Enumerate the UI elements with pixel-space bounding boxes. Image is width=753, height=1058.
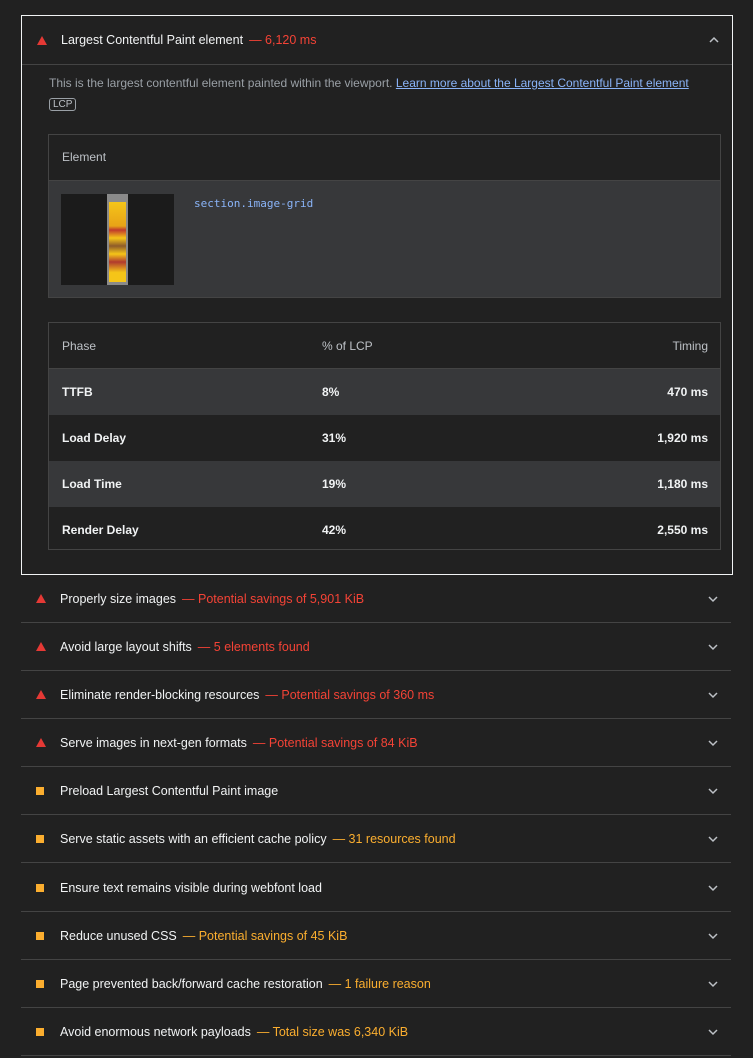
learn-more-link[interactable]: Learn more about the Largest Contentful … [396, 76, 689, 90]
phase-cell: TTFB [62, 384, 93, 399]
timing-column-header: Timing [672, 338, 708, 353]
element-table: Element section.image-grid [48, 134, 721, 298]
chevron-down-icon[interactable] [707, 978, 719, 990]
timing-cell: 2,550 ms [657, 522, 708, 537]
average-square-icon [36, 786, 44, 795]
lcp-badge: LCP [49, 98, 77, 111]
average-square-icon [36, 834, 44, 843]
audit-item-avoid-large-layout-shifts[interactable]: Avoid large layout shifts — 5 elements fo… [21, 623, 731, 671]
lcp-audit-title: Largest Contentful Paint element — 6,120 … [61, 33, 316, 47]
audit-title-text: Ensure text remains visible during webfo… [60, 880, 322, 895]
audit-title-text: Reduce unused CSS [60, 928, 177, 943]
audit-title-text: Avoid enormous network payloads [60, 1024, 251, 1039]
chevron-down-icon[interactable] [707, 833, 719, 845]
audit-display-value: — Potential savings of 45 KiB [182, 928, 348, 943]
percent-column-header: % of LCP [322, 338, 373, 353]
audit-title: Avoid large layout shifts — 5 elements fo… [60, 640, 310, 654]
average-square-icon [36, 883, 44, 892]
audit-title: Avoid enormous network payloads — Total s… [60, 1025, 408, 1039]
element-row[interactable]: section.image-grid [49, 181, 720, 297]
audit-item-bf-cache[interactable]: Page prevented back/forward cache restor… [21, 960, 731, 1008]
audit-item-cache-policy[interactable]: Serve static assets with an efficient ca… [21, 815, 731, 863]
phase-table-header: Phase % of LCP Timing [49, 323, 720, 369]
chevron-down-icon[interactable] [707, 785, 719, 797]
timing-cell: 1,920 ms [657, 430, 708, 445]
percent-cell: 8% [322, 384, 340, 399]
phase-cell: Load Delay [62, 430, 127, 445]
audit-item-preload-lcp-image[interactable]: Preload Largest Contentful Paint image [21, 767, 731, 815]
chevron-down-icon[interactable] [707, 930, 719, 942]
chevron-down-icon[interactable] [707, 689, 719, 701]
audit-title-text: Preload Largest Contentful Paint image [60, 783, 279, 798]
audit-title-text: Page prevented back/forward cache restor… [60, 976, 323, 991]
chevron-down-icon[interactable] [707, 882, 719, 894]
chevron-up-icon[interactable] [708, 34, 720, 46]
audit-title-text: Eliminate render-blocking resources [60, 687, 260, 702]
lcp-audit-header[interactable]: Largest Contentful Paint element — 6,120 … [22, 16, 732, 65]
element-selector[interactable]: section.image-grid [194, 197, 313, 210]
percent-cell: 19% [322, 476, 347, 491]
average-square-icon [36, 1027, 44, 1036]
percent-cell: 42% [322, 522, 347, 537]
audit-item-next-gen-formats[interactable]: Serve images in next-gen formats — Potent… [21, 719, 731, 767]
percent-cell: 31% [322, 430, 347, 445]
element-screenshot-thumbnail[interactable] [61, 194, 174, 285]
phase-cell: Render Delay [62, 522, 139, 537]
audit-title: Serve images in next-gen formats — Potent… [60, 736, 418, 750]
lcp-audit-panel: Largest Contentful Paint element — 6,120 … [21, 15, 733, 575]
chevron-down-icon[interactable] [707, 1026, 719, 1038]
average-square-icon [36, 931, 44, 940]
audit-display-value: — Potential savings of 5,901 KiB [182, 591, 365, 606]
audit-title: Serve static assets with an efficient ca… [60, 832, 456, 846]
audit-title: Properly size images — Potential savings … [60, 592, 364, 606]
phase-table: Phase % of LCP Timing TTFB 8% 470 ms Loa… [48, 322, 721, 550]
lcp-audit-description: This is the largest contentful element p… [49, 73, 719, 113]
element-table-header: Element [49, 135, 720, 181]
fail-triangle-icon [37, 35, 47, 45]
fail-triangle-icon [36, 738, 46, 747]
table-row: Load Delay 31% 1,920 ms [49, 415, 720, 461]
chevron-down-icon[interactable] [707, 737, 719, 749]
table-row: TTFB 8% 470 ms [49, 369, 720, 415]
audit-title: Page prevented back/forward cache restor… [60, 977, 431, 991]
audit-display-value: — 5 elements found [197, 639, 310, 654]
audit-title: Ensure text remains visible during webfo… [60, 881, 322, 895]
audit-display-value: — Potential savings of 360 ms [265, 687, 435, 702]
timing-cell: 470 ms [667, 384, 708, 399]
audit-title-text: Avoid large layout shifts [60, 639, 192, 654]
description-text: This is the largest contentful element p… [49, 76, 393, 90]
fail-triangle-icon [36, 690, 46, 699]
audit-display-value: — Potential savings of 84 KiB [252, 735, 418, 750]
audit-title-text: Serve images in next-gen formats [60, 735, 247, 750]
audit-item-properly-size-images[interactable]: Properly size images — Potential savings … [21, 575, 731, 623]
audit-title-text: Serve static assets with an efficient ca… [60, 831, 327, 846]
phase-column-header: Phase [62, 338, 97, 353]
audit-display-value: — 1 failure reason [328, 976, 431, 991]
audit-display-value: — 31 resources found [332, 831, 456, 846]
chevron-down-icon[interactable] [707, 593, 719, 605]
lcp-audit-display-value: — 6,120 ms [249, 33, 317, 47]
table-row: Render Delay 42% 2,550 ms [49, 507, 720, 553]
audit-title: Eliminate render-blocking resources — Pot… [60, 688, 434, 702]
audit-item-unused-css[interactable]: Reduce unused CSS — Potential savings of … [21, 912, 731, 960]
chevron-down-icon[interactable] [707, 641, 719, 653]
phase-cell: Load Time [62, 476, 122, 491]
timing-cell: 1,180 ms [657, 476, 708, 491]
audit-title: Reduce unused CSS — Potential savings of … [60, 929, 347, 943]
audit-item-render-blocking-resources[interactable]: Eliminate render-blocking resources — Pot… [21, 671, 731, 719]
fail-triangle-icon [36, 642, 46, 651]
table-row: Load Time 19% 1,180 ms [49, 461, 720, 507]
audit-item-network-payloads[interactable]: Avoid enormous network payloads — Total s… [21, 1008, 731, 1056]
fail-triangle-icon [36, 594, 46, 603]
audit-item-font-display[interactable]: Ensure text remains visible during webfo… [21, 864, 731, 912]
average-square-icon [36, 979, 44, 988]
audit-display-value: — Total size was 6,340 KiB [256, 1024, 409, 1039]
lcp-audit-title-text: Largest Contentful Paint element [61, 33, 244, 47]
audit-title-text: Properly size images [60, 591, 177, 606]
audit-title: Preload Largest Contentful Paint image [60, 784, 278, 798]
